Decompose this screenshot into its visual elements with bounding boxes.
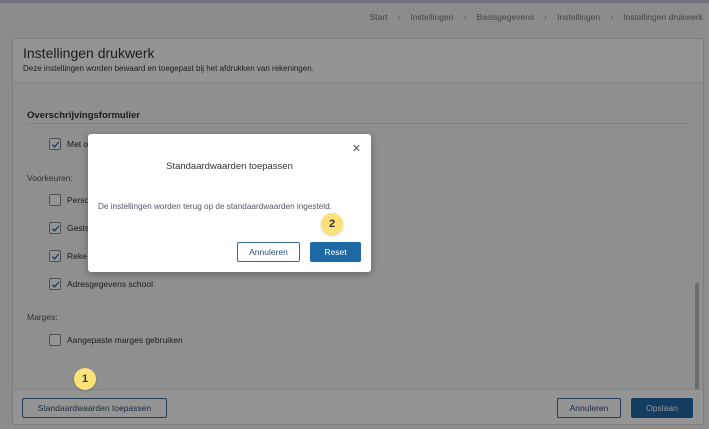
dialog-title: Standaardwaarden toepassen	[166, 161, 293, 172]
dialog-message: De instellingen worden terug op de stand…	[98, 202, 332, 211]
close-icon[interactable]: ✕	[352, 142, 361, 155]
reset-button[interactable]: Reset	[310, 242, 361, 262]
confirm-dialog: ✕ Standaardwaarden toepassen De instelli…	[88, 134, 371, 272]
dialog-cancel-button[interactable]: Annuleren	[237, 242, 300, 262]
step-badge-2: 2	[321, 213, 343, 235]
step-badge-1: 1	[74, 368, 96, 390]
